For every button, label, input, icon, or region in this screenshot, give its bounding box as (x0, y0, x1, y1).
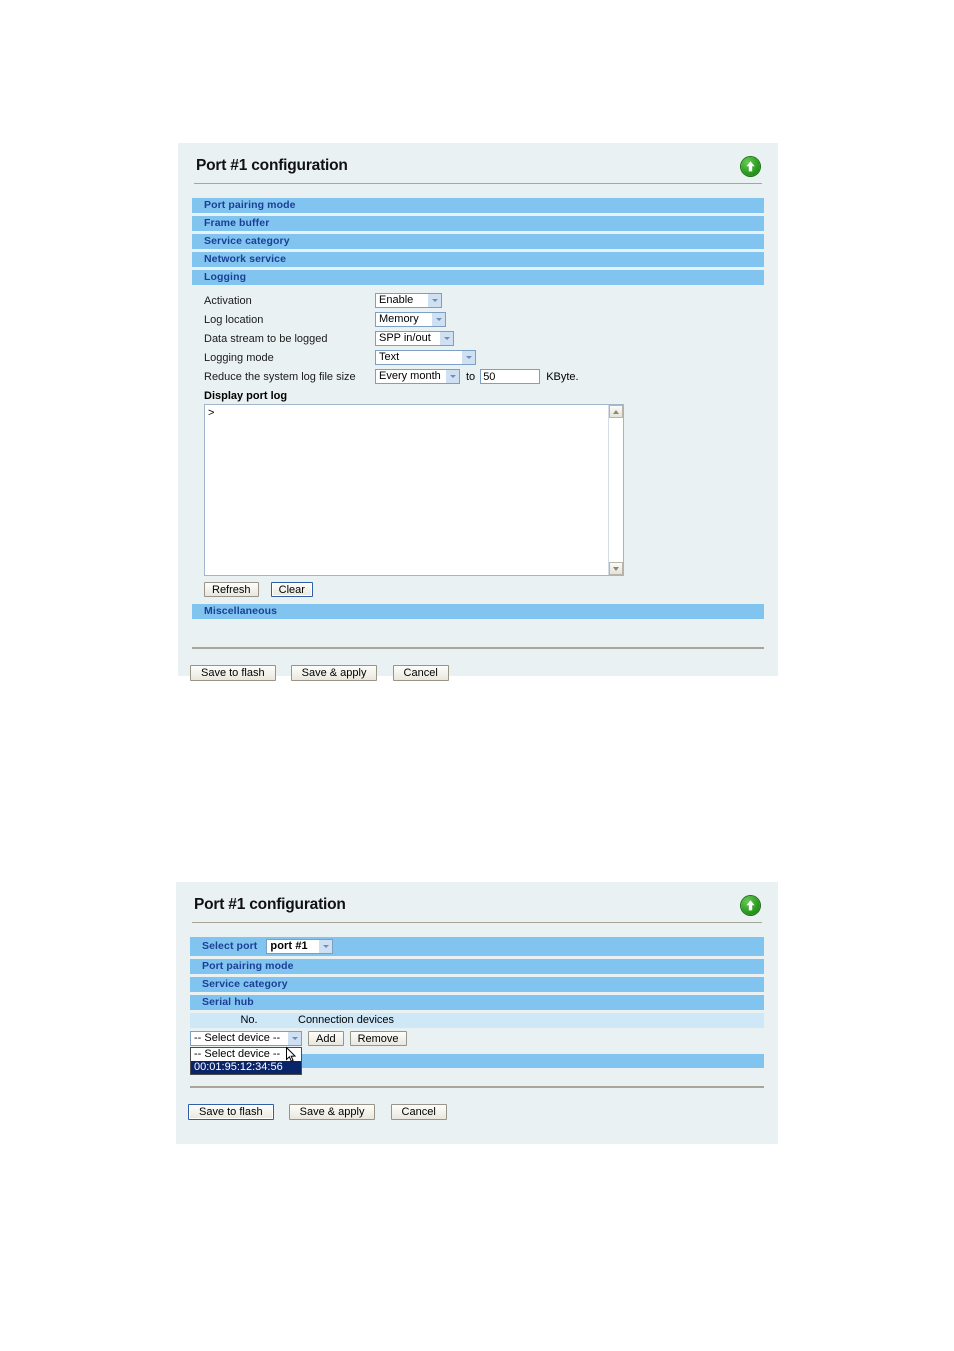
log-location-label: Log location (204, 313, 264, 326)
device-option-placeholder[interactable]: -- Select device -- (191, 1048, 301, 1061)
select-port-dropdown[interactable]: port #1 (266, 939, 334, 954)
chevron-down-icon (445, 370, 459, 383)
panel-body: Port pairing mode Frame buffer Service c… (178, 184, 778, 619)
up-arrow-icon[interactable] (741, 896, 760, 915)
data-stream-select[interactable]: SPP in/out (375, 331, 454, 346)
activation-label: Activation (204, 294, 252, 307)
chevron-down-icon (318, 940, 333, 953)
logging-mode-select-value: Text (379, 351, 400, 363)
mouse-cursor-icon (286, 1047, 297, 1062)
logging-form: Activation Enable Log location Memory Da… (192, 288, 764, 604)
field-row-reduce-log-size: Reduce the system log file size Every mo… (204, 367, 764, 386)
refresh-button[interactable]: Refresh (204, 582, 259, 597)
clear-button[interactable]: Clear (270, 582, 313, 597)
reduce-to-label: to (466, 370, 476, 383)
chevron-down-icon (431, 313, 445, 326)
reduce-period-select-value: Every month (379, 370, 441, 382)
panel-header: Port #1 configuration (178, 143, 778, 176)
save-to-flash-button[interactable]: Save to flash (188, 1104, 274, 1120)
save-and-apply-button[interactable]: Save & apply (288, 1104, 376, 1120)
log-size-unit-label: KByte. (546, 370, 579, 383)
field-row-data-stream: Data stream to be logged SPP in/out (204, 329, 764, 348)
port-log-textarea[interactable]: > (204, 404, 624, 576)
column-header-connection-devices: Connection devices (298, 1014, 395, 1026)
save-to-flash-button[interactable]: Save to flash (190, 665, 276, 681)
save-and-apply-button[interactable]: Save & apply (290, 665, 378, 681)
section-bar-network-service[interactable]: Network service (192, 252, 764, 267)
connection-table-header: No. Connection devices (190, 1013, 764, 1028)
add-device-button[interactable]: Add (308, 1031, 344, 1046)
section-bar-frame-buffer[interactable]: Frame buffer (192, 216, 764, 231)
section-bar-select-port: Select port port #1 (190, 937, 764, 956)
section-bar-miscellaneous[interactable]: Miscellaneous (192, 604, 764, 619)
chevron-down-icon (427, 294, 441, 307)
field-row-log-location: Log location Memory (204, 310, 764, 329)
logging-mode-select[interactable]: Text (375, 350, 476, 365)
field-row-logging-mode: Logging mode Text (204, 348, 764, 367)
section-bar-logging[interactable]: Logging (192, 270, 764, 285)
device-option-mac[interactable]: 00:01:95:12:34:56 (191, 1061, 301, 1074)
connection-controls-row: -- Select device -- Add Remove -- Select… (190, 1030, 764, 1075)
data-stream-label: Data stream to be logged (204, 332, 328, 345)
chevron-down-icon (439, 332, 453, 345)
section-bar-service-category[interactable]: Service category (190, 977, 764, 992)
log-buttons-row: Refresh Clear (204, 582, 764, 597)
reduce-log-size-label: Reduce the system log file size (204, 370, 356, 383)
scroll-up-icon[interactable] (609, 405, 623, 418)
section-bar-port-pairing-mode[interactable]: Port pairing mode (192, 198, 764, 213)
chevron-down-icon (461, 351, 475, 364)
scroll-down-icon[interactable] (609, 562, 623, 575)
column-header-no: No. (240, 1014, 258, 1026)
data-stream-select-value: SPP in/out (379, 332, 431, 344)
port-log-content: > (208, 407, 215, 419)
log-size-input[interactable] (480, 369, 541, 384)
log-location-select-value: Memory (379, 313, 419, 325)
logging-mode-label: Logging mode (204, 351, 274, 364)
panel-header: Port #1 configuration (176, 882, 778, 915)
serialhub-actions: Save to flash Save & apply Cancel (176, 1088, 778, 1120)
up-arrow-icon[interactable] (741, 157, 760, 176)
reduce-period-select[interactable]: Every month (375, 369, 460, 384)
log-location-select[interactable]: Memory (375, 312, 446, 327)
port-configuration-logging-panel: Port #1 configuration Port pairing mode … (178, 143, 778, 681)
remove-device-button[interactable]: Remove (349, 1031, 407, 1046)
device-select-value: -- Select device -- (194, 1032, 281, 1044)
section-bar-service-category[interactable]: Service category (192, 234, 764, 249)
port-log-scrollbar[interactable] (608, 405, 623, 575)
section-bar-port-pairing-mode[interactable]: Port pairing mode (190, 959, 764, 974)
display-port-log-label: Display port log (204, 390, 288, 402)
cancel-button[interactable]: Cancel (392, 665, 449, 681)
activation-select-value: Enable (379, 294, 414, 306)
activation-select[interactable]: Enable (375, 293, 442, 308)
panel-body: Select port port #1 Port pairing mode Se… (176, 923, 778, 1075)
select-port-label: Select port (202, 940, 258, 952)
page-title: Port #1 configuration (194, 896, 346, 913)
port-configuration-serialhub-panel: Port #1 configuration Select port port #… (176, 882, 778, 1144)
page-title: Port #1 configuration (196, 157, 348, 174)
field-row-activation: Activation Enable (204, 291, 764, 310)
device-select[interactable]: -- Select device -- (190, 1031, 302, 1046)
select-port-value: port #1 (270, 940, 308, 952)
chevron-down-icon (287, 1032, 301, 1045)
logging-actions: Save to flash Save & apply Cancel (178, 649, 778, 681)
cancel-button[interactable]: Cancel (390, 1104, 447, 1120)
section-bar-serial-hub[interactable]: Serial hub (190, 995, 764, 1010)
